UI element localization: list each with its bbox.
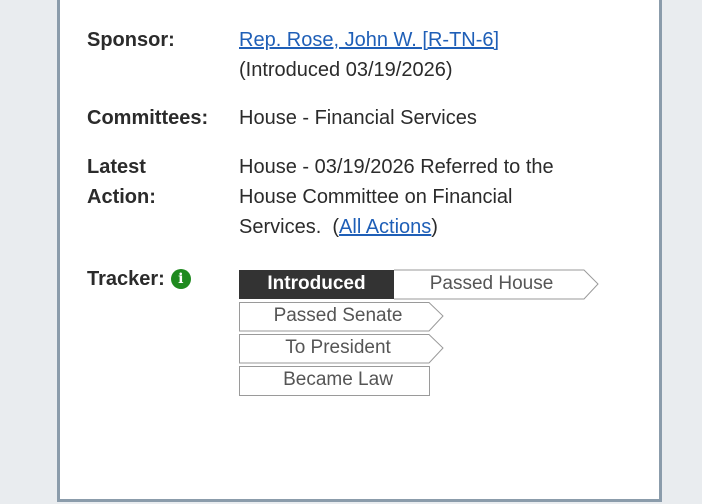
latest-action-line2: House Committee on Financial (239, 186, 513, 208)
latest-action-line3-suffix: ) (431, 216, 438, 238)
sponsor-label: Sponsor: (87, 29, 175, 51)
latest-action-line3-prefix: Services. ( (239, 216, 340, 238)
tracker-step-passed-house: Passed House (394, 269, 599, 300)
tracker-step-to-president: To President (239, 334, 444, 364)
sponsor-value: Rep. Rose, John W. [R-TN-6] (239, 25, 499, 55)
tracker-label-row: Tracker: i (87, 264, 191, 294)
latest-action-line3: Services. (All Actions) (239, 212, 438, 242)
tracker-step-introduced: Introduced (239, 270, 409, 299)
sponsor-link[interactable]: Rep. Rose, John W. [R-TN-6] (239, 29, 499, 51)
latest-action-label-line1: Latest (87, 156, 146, 178)
committees-label: Committees: (87, 107, 209, 129)
tracker-step-passed-senate: Passed Senate (239, 302, 444, 332)
info-icon[interactable]: i (170, 269, 191, 289)
latest-action-label-line2: Action: (87, 186, 156, 208)
committees-value: House - Financial Services (239, 107, 477, 129)
introduced-date: (Introduced 03/19/2026) (239, 59, 453, 81)
latest-action-line1: House - 03/19/2026 Referred to the (239, 156, 554, 178)
all-actions-link[interactable]: All Actions (339, 216, 431, 238)
tracker-step-became-law: Became Law (239, 366, 430, 396)
tracker-label: Tracker: (87, 268, 165, 290)
